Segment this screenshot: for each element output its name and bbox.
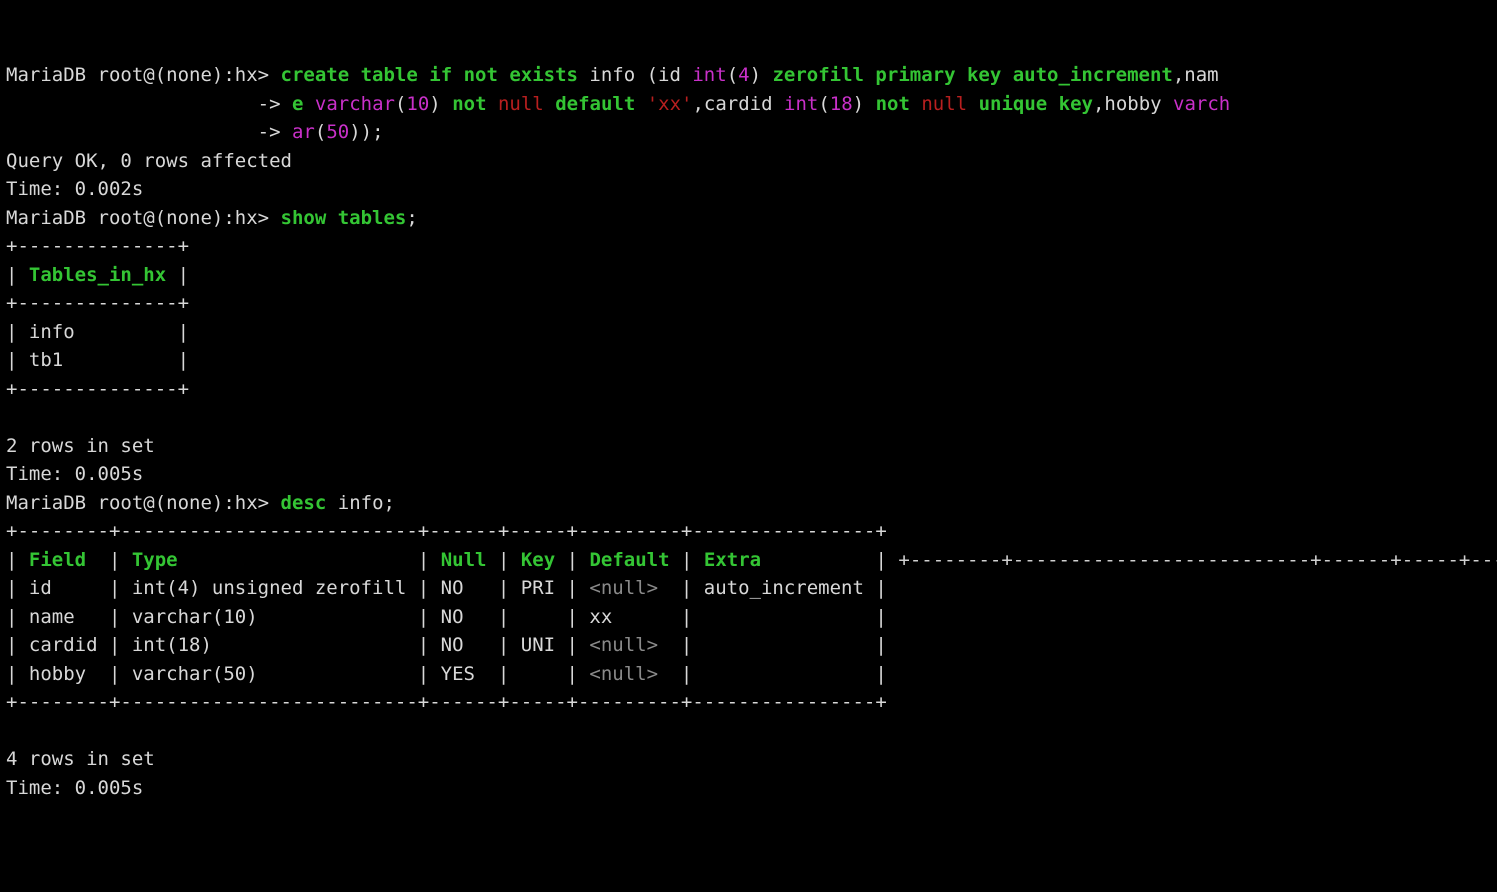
table-header: Default bbox=[589, 549, 669, 571]
sql-prompt[interactable]: MariaDB root@(none):hx> bbox=[6, 64, 281, 86]
table-border: +--------+--------------------------+---… bbox=[6, 520, 887, 542]
table-header: Field bbox=[29, 549, 98, 571]
table-header: Key bbox=[521, 549, 555, 571]
table-row: | hobby | varchar(50) | YES | | <null> |… bbox=[6, 663, 887, 685]
terminal-output: MariaDB root@(none):hx> create table if … bbox=[6, 61, 1491, 802]
table-row: | name | varchar(10) | NO | | xx | | bbox=[6, 606, 887, 628]
query-time: Time: 0.005s bbox=[6, 463, 143, 485]
sql-prompt[interactable]: MariaDB root@(none):hx> bbox=[6, 207, 281, 229]
rows-summary: 2 rows in set bbox=[6, 435, 155, 457]
table-row: | cardid | int(18) | NO | UNI | <null> |… bbox=[6, 634, 887, 656]
table-row: | id | int(4) unsigned zerofill | NO | P… bbox=[6, 577, 887, 599]
sql-prompt[interactable]: MariaDB root@(none):hx> bbox=[6, 492, 281, 514]
table-row: | info | bbox=[6, 321, 189, 343]
query-time: Time: 0.002s bbox=[6, 178, 143, 200]
query-result: Query OK, 0 rows affected bbox=[6, 150, 292, 172]
table-header: Extra bbox=[704, 549, 864, 571]
table-header: Type bbox=[132, 549, 407, 571]
table-border: +--------------+ bbox=[6, 235, 189, 257]
table-header: Tables_in_hx bbox=[29, 264, 166, 286]
table-row: | tb1 | bbox=[6, 349, 189, 371]
rows-summary: 4 rows in set bbox=[6, 748, 155, 770]
table-header: Null bbox=[441, 549, 487, 571]
